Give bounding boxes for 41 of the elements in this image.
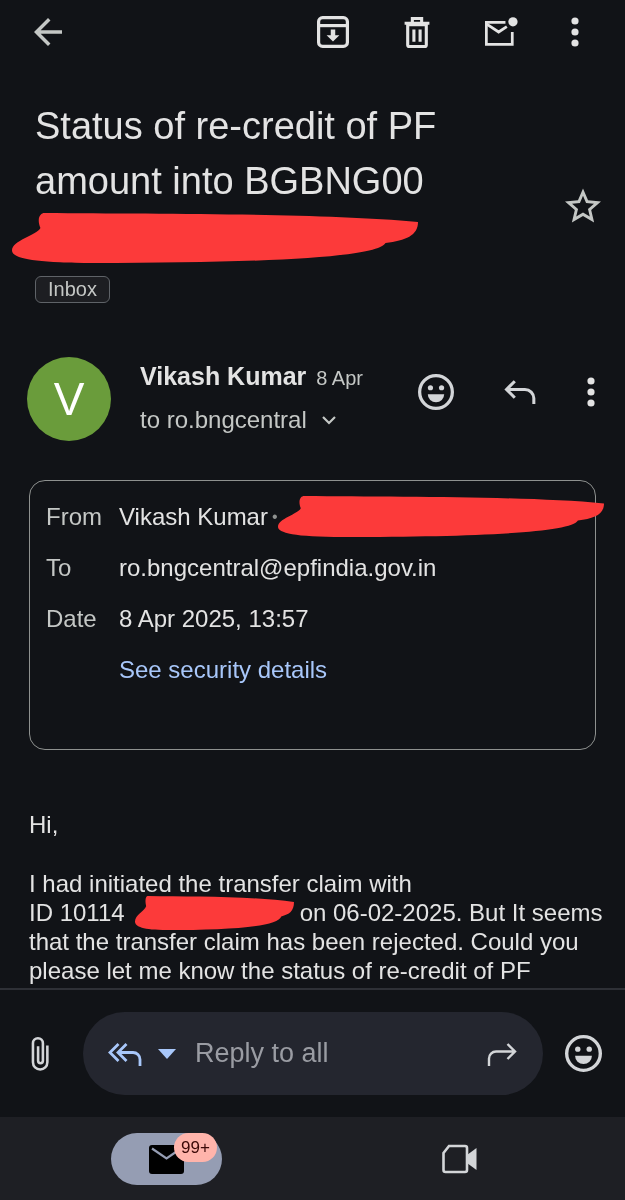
forward-icon[interactable] [485, 1041, 517, 1066]
meet-tab[interactable] [442, 1144, 477, 1174]
field-value: Vikash Kumar [119, 501, 268, 532]
chevron-down-icon[interactable] [321, 415, 336, 425]
body-text: please let me know the status of re-credit of PF [29, 957, 531, 984]
separator-dot: • [271, 506, 278, 527]
video-camera-icon [442, 1144, 477, 1174]
reply-icon[interactable] [504, 379, 537, 405]
security-details-link[interactable]: See security details [119, 651, 328, 688]
field-value: 8 Apr 2025, 13:57 [119, 603, 309, 634]
field-label: Date [46, 603, 98, 634]
more-options-icon[interactable] [587, 377, 595, 407]
mail-tab[interactable]: 99+ [111, 1133, 222, 1185]
avatar: V [27, 357, 111, 441]
more-options-icon[interactable] [571, 17, 579, 47]
body-text: on 06-02-2025. But It seems [299, 898, 603, 927]
paperclip-icon[interactable] [30, 1035, 51, 1072]
recipient-summary[interactable]: to ro.bngcentral [140, 402, 307, 438]
field-label: From [46, 501, 103, 532]
reply-all-icon[interactable] [108, 1041, 143, 1066]
sender-name: Vikash Kumar [140, 361, 307, 392]
archive-icon[interactable] [317, 16, 349, 48]
mail-unread-icon[interactable] [482, 17, 518, 47]
reply-field[interactable]: Reply to all [83, 1012, 543, 1095]
star-icon[interactable] [565, 188, 601, 223]
greeting-text: Hi, [29, 810, 59, 839]
emoji-icon[interactable] [418, 374, 454, 410]
emoji-icon[interactable] [565, 1035, 602, 1072]
unread-count-badge: 99+ [174, 1133, 217, 1162]
delete-icon[interactable] [403, 16, 431, 48]
body-text: ID 10114 [29, 898, 125, 927]
label-chip: Inbox [35, 276, 110, 303]
message-date: 8 Apr [316, 366, 363, 391]
caret-down-icon[interactable] [158, 1048, 176, 1059]
field-value: ro.bngcentral@epfindia.gov.in [119, 552, 437, 583]
body-text: I had initiated the transfer claim with [29, 870, 412, 897]
field-label: To [46, 552, 73, 583]
body-text: that the transfer claim has been rejected. Could you [29, 928, 579, 955]
reply-input[interactable]: Reply to all [195, 1033, 485, 1074]
back-arrow-icon[interactable] [34, 18, 62, 46]
subject-title: Status of re-credit of PF amount into BGBNG00 [35, 104, 438, 204]
